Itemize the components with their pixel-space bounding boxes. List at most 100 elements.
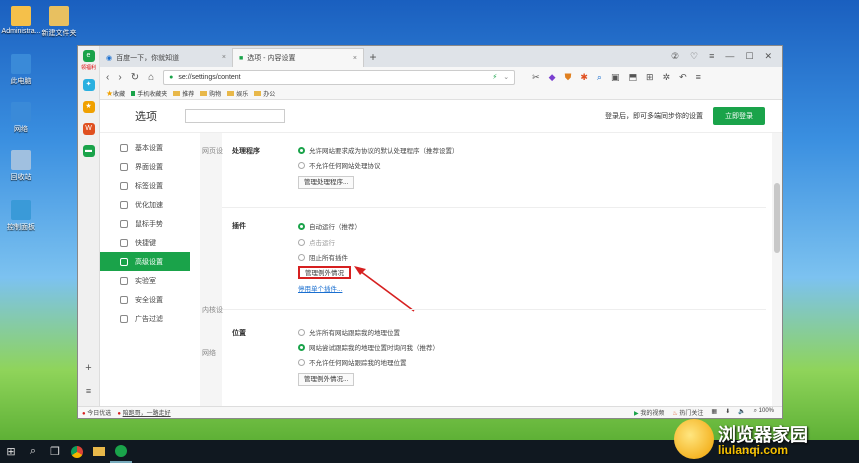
menu-sidebar-icon[interactable]: ≡ (78, 386, 99, 396)
new-tab-button[interactable]: + (364, 48, 382, 67)
extension-icon[interactable]: ◆ (549, 72, 556, 83)
bookmark-item[interactable]: 手机收藏夹 (131, 89, 167, 98)
reload-icon[interactable]: ↻ (131, 72, 139, 83)
undo-icon[interactable]: ↶ (679, 72, 687, 83)
scrollbar-thumb[interactable] (774, 183, 780, 253)
computer-icon (11, 54, 31, 74)
screenshot-icon[interactable]: ▣ (611, 72, 620, 83)
location-option-ask[interactable]: 网站尝试跟踪我的地理位置时询问我（推荐） (298, 342, 439, 352)
zoom-level[interactable]: ⌕ 100% (754, 408, 774, 417)
menu-item-mouse-gesture[interactable]: 鼠标手势 (100, 214, 190, 233)
game-icon[interactable]: ✱ (580, 72, 588, 83)
menu-item-shortcuts[interactable]: 快捷键 (100, 233, 190, 252)
download-status-icon[interactable]: ⬇ (725, 408, 730, 417)
plugin-option-click[interactable]: 点击运行 (298, 237, 335, 247)
my-video[interactable]: ▶ 我的视频 (634, 408, 664, 417)
manage-plugin-exceptions-button[interactable]: 管理例外情况 (298, 266, 351, 279)
badge-icon[interactable]: ② (671, 51, 679, 62)
chrome-taskbar-icon[interactable] (66, 440, 88, 463)
bookmark-sidebar-icon[interactable]: ✦ (82, 79, 95, 91)
back-icon[interactable]: ‹ (106, 72, 109, 83)
hot-follow[interactable]: ♨ 热门关注 (672, 408, 703, 417)
bookmark-item[interactable]: 购物 (200, 89, 221, 98)
scissors-icon[interactable]: ✂ (532, 72, 540, 83)
browser-logo-icon: ■ (239, 54, 244, 62)
desktop-icon-admin[interactable]: Administra... (0, 6, 42, 35)
settings-search-input[interactable] (185, 109, 285, 123)
menu-item-security[interactable]: 安全设置 (100, 290, 190, 309)
browser-logo-icon[interactable]: e (82, 50, 95, 62)
bookmark-label: 娱乐 (236, 91, 249, 98)
grid-icon[interactable]: ⊞ (646, 72, 654, 83)
chevron-down-icon[interactable]: ⌄ (503, 73, 509, 81)
gear-icon[interactable]: ✲ (663, 72, 671, 83)
shield-icon[interactable]: ⛊ (565, 72, 572, 83)
search-icon[interactable]: ⌕ (22, 440, 44, 463)
search-icon[interactable]: ⌕ (597, 72, 602, 83)
status-item-today[interactable]: ● 今日优选 (82, 408, 111, 417)
menu-label: 实验室 (135, 277, 156, 285)
more-menu-icon[interactable]: ≡ (696, 72, 701, 83)
close-tab-icon[interactable]: × (222, 54, 226, 61)
app-sidebar-icon[interactable]: ▬ (82, 145, 95, 157)
handler-option-allow[interactable]: 允许网站要求成为协议的默认处理程序（推荐设置） (298, 145, 459, 155)
bookmark-item[interactable]: 娱乐 (227, 89, 248, 98)
folder-icon (200, 91, 208, 97)
download-icon[interactable]: ⬒ (628, 72, 637, 83)
task-view-icon[interactable]: ❐ (44, 440, 66, 463)
handler-option-deny[interactable]: 不允许任何网站处理协议 (298, 160, 381, 170)
close-icon[interactable]: ✕ (764, 51, 772, 62)
favorite-sidebar-icon[interactable]: ★ (82, 101, 95, 113)
menu-item-optimize[interactable]: 优化加速 (100, 195, 190, 214)
plugin-option-block[interactable]: 阻止所有插件 (298, 252, 348, 262)
menu-item-adblock[interactable]: 广告过滤 (100, 309, 190, 328)
explorer-taskbar-icon[interactable] (88, 440, 110, 463)
menu-item-tabs[interactable]: 标签设置 (100, 176, 190, 195)
desktop-icon-network[interactable]: 网络 (0, 102, 42, 134)
manage-handlers-button[interactable]: 管理处理程序... (298, 176, 355, 189)
desktop-icon-new-folder[interactable]: 新建文件夹 (38, 6, 80, 38)
bookmark-item[interactable]: 办公 (254, 89, 275, 98)
bookmark-item[interactable]: 推荐 (173, 89, 194, 98)
tab-settings[interactable]: ■ 选项 - 内容设置 × (232, 48, 364, 67)
folder-icon (227, 91, 235, 97)
menu-item-basic[interactable]: 基本设置 (100, 138, 190, 157)
menu-item-lab[interactable]: 实验室 (100, 271, 190, 290)
speaker-icon[interactable]: 🔈 (738, 408, 745, 417)
weibo-sidebar-icon[interactable]: W (82, 123, 95, 135)
home-icon[interactable]: ⌂ (148, 72, 154, 83)
desktop-icon-control-panel[interactable]: 控制面板 (0, 200, 42, 232)
bookmark-label: 推荐 (182, 91, 195, 98)
location-option-deny[interactable]: 不允许任何网站跟踪我的地理位置 (298, 357, 407, 367)
menu-item-interface[interactable]: 界面设置 (100, 157, 190, 176)
status-item-news[interactable]: ● 陪跑哥，一路走好 (117, 408, 170, 417)
address-bar[interactable]: ● se://settings/content ⚡ ⌄ (163, 69, 516, 85)
group-label-network: 网络 (202, 350, 216, 357)
menu-label: 基本设置 (135, 144, 163, 152)
manage-location-exceptions-button[interactable]: 管理例外情况... (298, 373, 355, 386)
minimize-icon[interactable]: — (725, 51, 734, 62)
disable-plugin-link[interactable]: 停用单个插件... (298, 283, 342, 293)
bookmark-item[interactable]: ★收藏 (106, 89, 125, 98)
lightning-icon[interactable]: ⚡ (492, 73, 497, 81)
add-sidebar-icon[interactable]: + (78, 362, 99, 374)
menu-icon[interactable]: ≡ (709, 51, 714, 62)
forward-icon[interactable]: › (118, 72, 121, 83)
tab-baidu[interactable]: ◉ 百度一下，你就知道 × (100, 48, 232, 67)
clean-icon[interactable]: ▦ (711, 408, 717, 417)
desktop-icon-recycle-bin[interactable]: 回收站 (0, 150, 42, 182)
scrollbar[interactable] (772, 133, 782, 406)
desktop-icon-this-pc[interactable]: 此电脑 (0, 54, 42, 86)
location-option-allow[interactable]: 允许所有网站跟踪我的地理位置 (298, 327, 400, 337)
maximize-icon[interactable]: ☐ (745, 51, 753, 62)
advanced-icon (120, 257, 128, 266)
skin-icon[interactable]: ♡ (690, 51, 698, 62)
plugin-option-auto[interactable]: 自动运行（推荐） (298, 221, 361, 231)
start-button[interactable]: ⊞ (0, 440, 22, 463)
browser-taskbar-icon[interactable] (110, 440, 132, 463)
welfare-badge[interactable]: 领福利 (78, 64, 99, 71)
menu-label: 广告过滤 (135, 315, 163, 323)
login-button[interactable]: 立即登录 (713, 107, 765, 125)
menu-item-advanced[interactable]: 高级设置 (100, 252, 190, 271)
close-tab-icon[interactable]: × (353, 55, 357, 62)
